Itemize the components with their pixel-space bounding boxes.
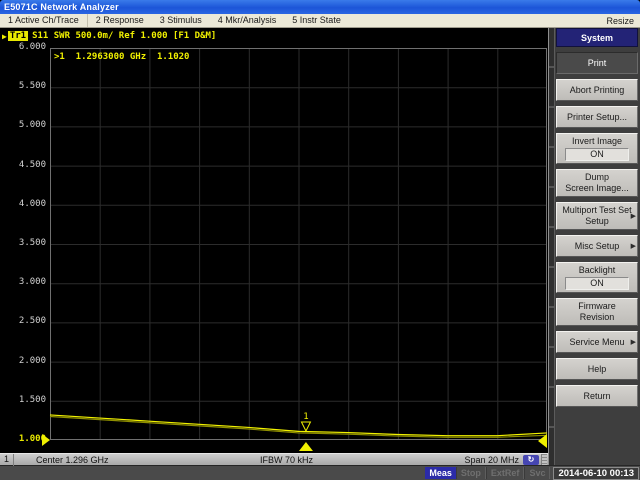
menu-items: 1 Active Ch/Trace2 Response3 Stimulus4 M… xyxy=(0,14,349,27)
softkey-label: Screen Image... xyxy=(560,183,634,194)
softkey-backlight[interactable]: BacklightON xyxy=(556,262,638,293)
ifbw-label[interactable]: IFBW 70 kHz xyxy=(260,455,313,465)
y-tick-3.000: 3.000 xyxy=(0,277,46,287)
y-tick-6.000: 6.000 xyxy=(0,42,46,52)
menu-3-stimulus[interactable]: 3 Stimulus xyxy=(152,14,210,27)
softkey-misc-setup[interactable]: Misc Setup▶ xyxy=(556,235,638,257)
softkey-abort-printing[interactable]: Abort Printing xyxy=(556,79,638,101)
softkey-help[interactable]: Help xyxy=(556,358,638,380)
status-segments: MeasStopExtRefSvc xyxy=(425,467,550,479)
y-tick-1.000: 1.000 xyxy=(0,434,46,444)
y-tick-2.000: 2.000 xyxy=(0,356,46,366)
softkey-return[interactable]: Return xyxy=(556,385,638,407)
softkey-label: Multiport Test Set xyxy=(560,205,634,216)
softkey-label: Setup xyxy=(560,216,634,227)
softkey-label: Revision xyxy=(560,312,634,323)
softkey-label: Printer Setup... xyxy=(560,112,634,123)
marker-1-number: 1 xyxy=(303,412,308,422)
marker-1-readout: >1 1.2963000 GHz 1.1020 xyxy=(54,52,189,62)
softkey-multiport-test-set-setup[interactable]: Multiport Test SetSetup▶ xyxy=(556,202,638,230)
menu-1-active-ch-trace[interactable]: 1 Active Ch/Trace xyxy=(0,14,88,27)
resize-button[interactable]: Resize xyxy=(600,16,640,26)
menu-bar: 1 Active Ch/Trace2 Response3 Stimulus4 M… xyxy=(0,14,640,28)
softkey-label: Backlight xyxy=(560,265,634,276)
submenu-arrow-icon: ▶ xyxy=(631,242,636,250)
y-tick-4.000: 4.000 xyxy=(0,199,46,209)
status-svc: Svc xyxy=(524,467,550,479)
softkey-firmware-revision[interactable]: FirmwareRevision xyxy=(556,298,638,326)
softkey-menu-title: System xyxy=(556,28,638,47)
status-meas: Meas xyxy=(425,467,456,479)
trace-params: S11 SWR 500.0m/ Ref 1.000 [F1 D&M] xyxy=(32,31,216,41)
menu-2-response[interactable]: 2 Response xyxy=(88,14,152,27)
softkey-service-menu[interactable]: Service Menu▶ xyxy=(556,331,638,353)
menu-5-instr-state[interactable]: 5 Instr State xyxy=(284,14,349,27)
e5071c-window: E5071C Network Analyzer 1 Active Ch/Trac… xyxy=(0,0,640,480)
softkey-column: System Print Abort Printing Printer Setup..… xyxy=(555,28,640,465)
continuous-sweep-icon: ↻ xyxy=(523,455,539,465)
instrument-status-bar: MeasStopExtRefSvc 2014-06-10 00:13 xyxy=(0,465,640,480)
softkey-printer-setup[interactable]: Printer Setup... xyxy=(556,106,638,128)
softkey-print[interactable]: Print xyxy=(556,52,638,74)
analyzer-screen: ▶ Tr1 S11 SWR 500.0m/ Ref 1.000 [F1 D&M]… xyxy=(0,28,548,465)
swr-trace-plot: 1 xyxy=(50,48,547,440)
softkey-label: Misc Setup xyxy=(560,241,634,252)
submenu-arrow-icon: ▶ xyxy=(631,212,636,220)
y-tick-5.500: 5.500 xyxy=(0,81,46,91)
softkey-sidebar: System Print Abort Printing Printer Setup..… xyxy=(548,28,640,465)
menu-4-mkr-analysis[interactable]: 4 Mkr/Analysis xyxy=(210,14,285,27)
softkey-label: Abort Printing xyxy=(560,85,634,96)
softkey-label: Firmware xyxy=(560,301,634,312)
softkey-label: Invert Image xyxy=(560,136,634,147)
channel-status-bar: 1 Center 1.296 GHz IFBW 70 kHz Span 20 M… xyxy=(0,453,548,465)
center-frequency-label[interactable]: Center 1.296 GHz xyxy=(36,455,109,465)
y-tick-2.500: 2.500 xyxy=(0,316,46,326)
datetime-display: 2014-06-10 00:13 xyxy=(553,467,639,480)
y-tick-3.500: 3.500 xyxy=(0,238,46,248)
softkey-label: Service Menu xyxy=(560,337,634,348)
window-titlebar[interactable]: E5071C Network Analyzer xyxy=(0,0,640,14)
status-stop: Stop xyxy=(456,467,486,479)
window-title: E5071C Network Analyzer xyxy=(0,2,119,12)
softkey-label: Print xyxy=(560,58,634,69)
y-axis-labels: 6.000 5.500 5.000 4.500 4.000 3.500 3.000 2.500… xyxy=(0,28,48,465)
softkey-label: Help xyxy=(560,364,634,375)
submenu-arrow-icon: ▶ xyxy=(631,338,636,346)
graph-area: 1 xyxy=(50,48,547,440)
channel-number: 1 xyxy=(0,454,14,466)
y-tick-5.000: 5.000 xyxy=(0,120,46,130)
ref-level-arrow-right-icon xyxy=(538,434,547,448)
softkey-dump-screen-image[interactable]: DumpScreen Image... xyxy=(556,169,638,197)
softkey-label: Return xyxy=(560,391,634,402)
y-tick-1.500: 1.500 xyxy=(0,395,46,405)
softkey-state-value: ON xyxy=(565,277,629,290)
span-label[interactable]: Span 20 MHz xyxy=(464,455,519,465)
channel-bar-end-strip xyxy=(541,454,547,465)
marker-1-stimulus-icon[interactable] xyxy=(299,442,313,451)
softkey-label: Dump xyxy=(560,172,634,183)
y-tick-4.500: 4.500 xyxy=(0,160,46,170)
status-extref: ExtRef xyxy=(486,467,525,479)
softkey-state-value: ON xyxy=(565,148,629,161)
marker-1-trace-icon[interactable] xyxy=(301,422,310,431)
ref-level-arrow-left-icon xyxy=(42,434,50,446)
softkey-invert-image[interactable]: Invert ImageON xyxy=(556,133,638,164)
